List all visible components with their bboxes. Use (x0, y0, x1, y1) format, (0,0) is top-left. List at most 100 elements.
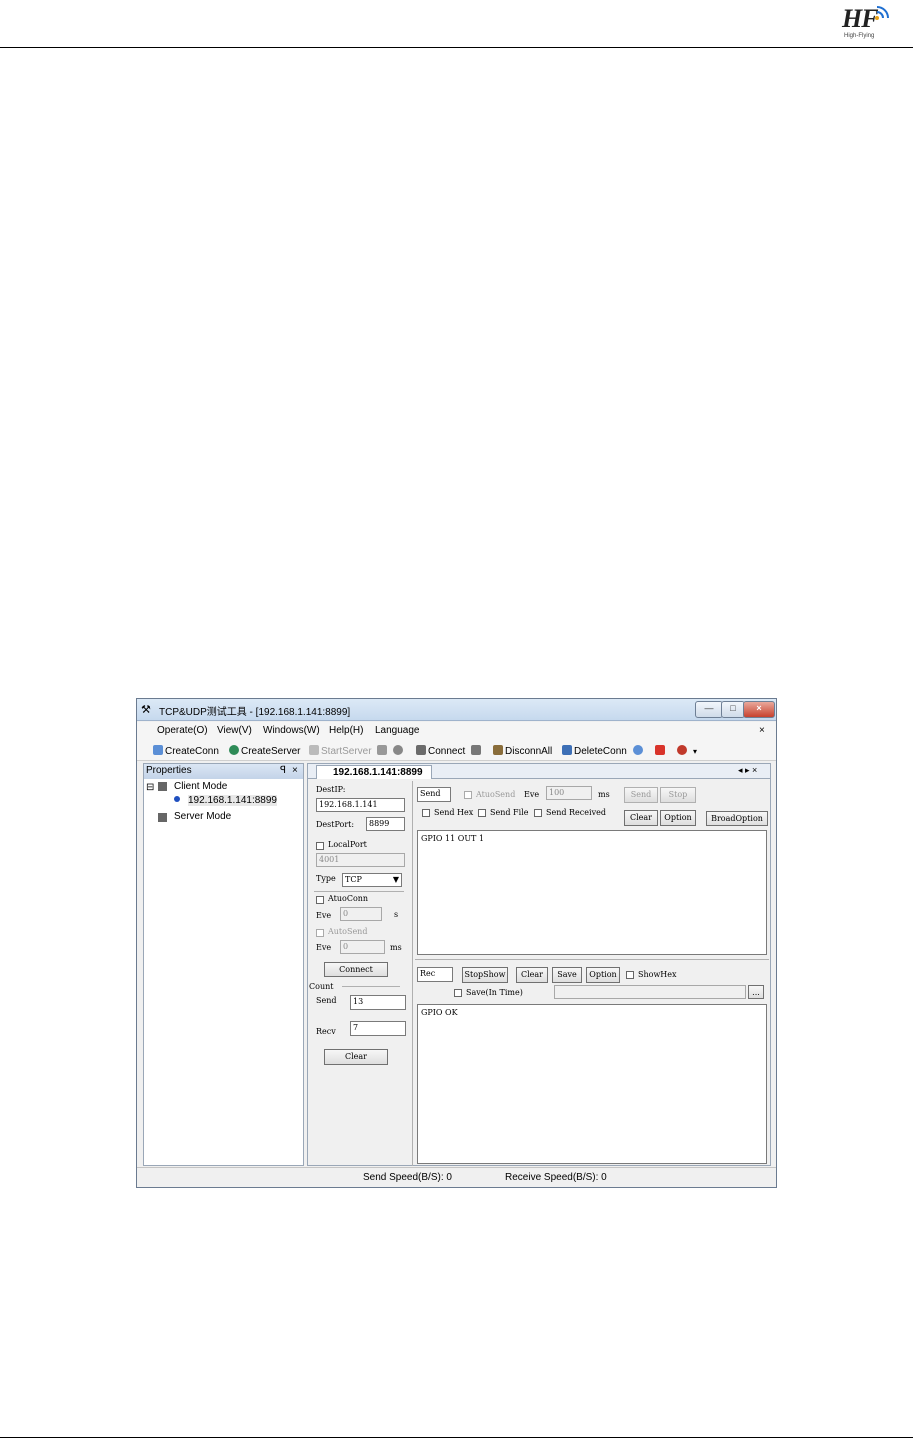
create-conn-icon (153, 745, 163, 755)
menu-language[interactable]: Language (375, 725, 420, 736)
menu-view[interactable]: View(V) (217, 725, 252, 736)
menu-operate[interactable]: Operate(O) (157, 725, 208, 736)
send-interval-field[interactable]: 100 (546, 786, 592, 800)
help-icon[interactable] (677, 745, 689, 757)
send-file-checkbox[interactable] (478, 809, 486, 817)
destport-label: DestPort: (316, 820, 355, 829)
server-mode-icon (158, 813, 167, 822)
create-server-button[interactable]: CreateServer (229, 745, 300, 757)
localport-field[interactable]: 4001 (316, 853, 405, 867)
properties-header: Properties ꟼ × (144, 764, 303, 779)
server-icon-2[interactable] (393, 745, 405, 757)
atuosend-checkbox[interactable] (464, 791, 472, 799)
menu-windows[interactable]: Windows(W) (263, 725, 320, 736)
autosend-every-label: Eve (316, 943, 332, 952)
logo-text: HF (842, 4, 879, 33)
recv-option-button[interactable]: Option (586, 967, 620, 983)
tab-connection[interactable]: 192.168.1.141:8899 (316, 765, 432, 779)
tab-nav-icons[interactable]: ◂ ▸ × (738, 765, 757, 776)
delete-conn-button[interactable]: DeleteConn (562, 745, 627, 757)
panel-splitter (412, 781, 413, 1166)
send-text-area[interactable]: GPIO 11 OUT 1 (417, 830, 767, 955)
window-title: TCP&UDP测试工具 - [192.168.1.141:8899] (159, 707, 351, 718)
maximize-button[interactable]: □ (721, 701, 745, 718)
autoconn-every-label: Eve (316, 911, 332, 920)
create-conn-button[interactable]: CreateConn (153, 745, 219, 757)
send-received-label: Send Received (546, 808, 606, 817)
send-content: GPIO 11 OUT 1 (421, 834, 485, 843)
send-clear-button[interactable]: Clear (624, 810, 658, 826)
destip-field[interactable]: 192.168.1.141 (316, 798, 405, 812)
menu-bar: Operate(O) View(V) Windows(W) Help(H) La… (137, 722, 776, 741)
disconn-all-icon (493, 745, 503, 755)
settings-icon[interactable] (633, 745, 645, 757)
send-count-label: Send (316, 996, 337, 1005)
menu-close-icon[interactable]: × (759, 725, 765, 736)
delete-conn-icon (562, 745, 572, 755)
stop-icon[interactable] (655, 745, 667, 757)
disconnect-icon[interactable] (471, 745, 483, 757)
send-received-checkbox[interactable] (534, 809, 542, 817)
destport-field[interactable]: 8899 (366, 817, 405, 831)
recv-content: GPIO OK (421, 1008, 458, 1017)
browse-button[interactable]: ... (748, 985, 764, 999)
connect-button-panel[interactable]: Connect (324, 962, 388, 977)
autosend-checkbox[interactable] (316, 929, 324, 937)
divider (314, 891, 404, 892)
tree-client-connection[interactable]: 192.168.1.141:8899 (188, 795, 277, 806)
save-intime-checkbox[interactable] (454, 989, 462, 997)
receive-speed: Receive Speed(B/S): 0 (505, 1172, 607, 1183)
count-clear-button[interactable]: Clear (324, 1049, 388, 1065)
tree-expand-icon[interactable]: ⊟ (146, 782, 154, 793)
save-path-field[interactable] (554, 985, 746, 999)
connect-button[interactable]: Connect (416, 745, 465, 757)
send-mode-field[interactable]: Send (417, 787, 451, 802)
type-select[interactable]: TCP ▼ (342, 873, 402, 887)
recv-count-field[interactable]: 7 (350, 1021, 406, 1036)
stop-button[interactable]: Stop (660, 787, 696, 803)
localport-checkbox[interactable] (316, 842, 324, 850)
autosend-interval-field[interactable]: 0 (340, 940, 385, 954)
minimize-button[interactable]: — (695, 701, 723, 718)
send-eve-label: Eve (524, 790, 540, 799)
close-button[interactable]: × (743, 701, 775, 718)
count-divider (342, 986, 400, 987)
tree-client-mode[interactable]: Client Mode (174, 781, 227, 792)
broad-option-button[interactable]: BroadOption (706, 811, 768, 826)
rec-mode-field[interactable]: Rec (417, 967, 453, 982)
send-count-field[interactable]: 13 (350, 995, 406, 1010)
app-window: ⚒ TCP&UDP测试工具 - [192.168.1.141:8899] — □… (136, 698, 777, 1188)
autoconn-checkbox[interactable] (316, 896, 324, 904)
start-server-button[interactable]: StartServer (309, 745, 372, 757)
showhex-label: ShowHex (638, 970, 677, 979)
connection-document: 192.168.1.141:8899 ◂ ▸ × DestIP: 192.168… (307, 763, 771, 1166)
chevron-down-icon: ▼ (392, 875, 399, 884)
destip-label: DestIP: (316, 785, 346, 794)
send-hex-checkbox[interactable] (422, 809, 430, 817)
toolbar-overflow-icon[interactable]: ▾ (693, 747, 697, 756)
autosend-label: AutoSend (328, 927, 368, 936)
recv-text-area[interactable]: GPIO OK (417, 1004, 767, 1164)
send-option-button[interactable]: Option (660, 810, 696, 826)
pin-icon[interactable]: ꟼ (280, 765, 286, 776)
tree-server-mode[interactable]: Server Mode (174, 811, 231, 822)
title-bar: ⚒ TCP&UDP测试工具 - [192.168.1.141:8899] — □… (137, 699, 776, 721)
stopshow-button[interactable]: StopShow (462, 967, 508, 983)
localport-label: LocalPort (328, 840, 367, 849)
app-icon: ⚒ (141, 704, 151, 716)
recv-save-button[interactable]: Save (552, 967, 582, 983)
recv-clear-button[interactable]: Clear (516, 967, 548, 983)
disconn-all-button[interactable]: DisconnAll (493, 745, 552, 757)
menu-help[interactable]: Help(H) (329, 725, 363, 736)
client-mode-icon (158, 782, 167, 791)
server-icon-1[interactable] (377, 745, 389, 757)
globe-icon (229, 745, 239, 755)
send-file-label: Send File (490, 808, 529, 817)
send-button[interactable]: Send (624, 787, 658, 803)
send-unit-label: ms (598, 790, 610, 799)
autoconn-interval-field[interactable]: 0 (340, 907, 382, 921)
showhex-checkbox[interactable] (626, 971, 634, 979)
footer-rule (0, 1437, 913, 1438)
properties-close-icon[interactable]: × (292, 765, 298, 776)
send-recv-divider (415, 959, 769, 960)
